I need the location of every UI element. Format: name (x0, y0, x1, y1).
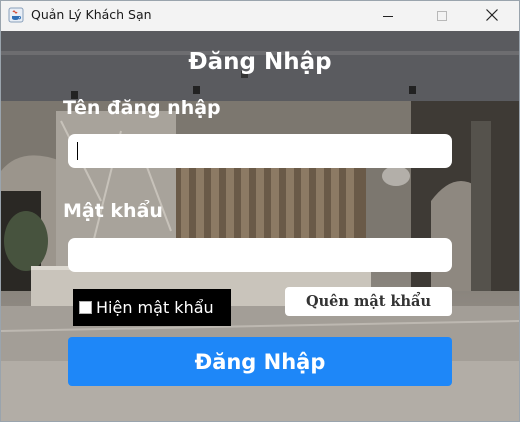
username-field[interactable] (68, 134, 452, 168)
window-title: Quản Lý Khách Sạn (31, 7, 152, 22)
username-label: Tên đăng nhập (63, 97, 221, 119)
maximize-icon (436, 7, 448, 26)
close-icon (485, 7, 499, 26)
title-bar[interactable]: Quản Lý Khách Sạn (1, 1, 519, 31)
password-field[interactable] (68, 238, 452, 272)
login-button[interactable]: Đăng Nhập (68, 337, 452, 386)
minimize-icon (382, 7, 394, 26)
java-cup-icon (8, 7, 24, 23)
show-password-label: Hiện mật khẩu (96, 298, 214, 317)
show-password-checkbox[interactable] (79, 301, 92, 314)
maximize-button[interactable] (419, 1, 465, 31)
password-label: Mật khẩu (63, 200, 163, 222)
text-caret (77, 142, 78, 160)
minimize-button[interactable] (365, 1, 411, 31)
show-password-toggle[interactable]: Hiện mật khẩu (73, 289, 231, 326)
forgot-password-button[interactable]: Quên mật khẩu (285, 287, 452, 316)
close-button[interactable] (469, 1, 515, 31)
app-window: Quản Lý Khách Sạn Đăng Nhập Tên đăng nhậ… (0, 0, 520, 422)
login-heading: Đăng Nhập (188, 49, 332, 75)
